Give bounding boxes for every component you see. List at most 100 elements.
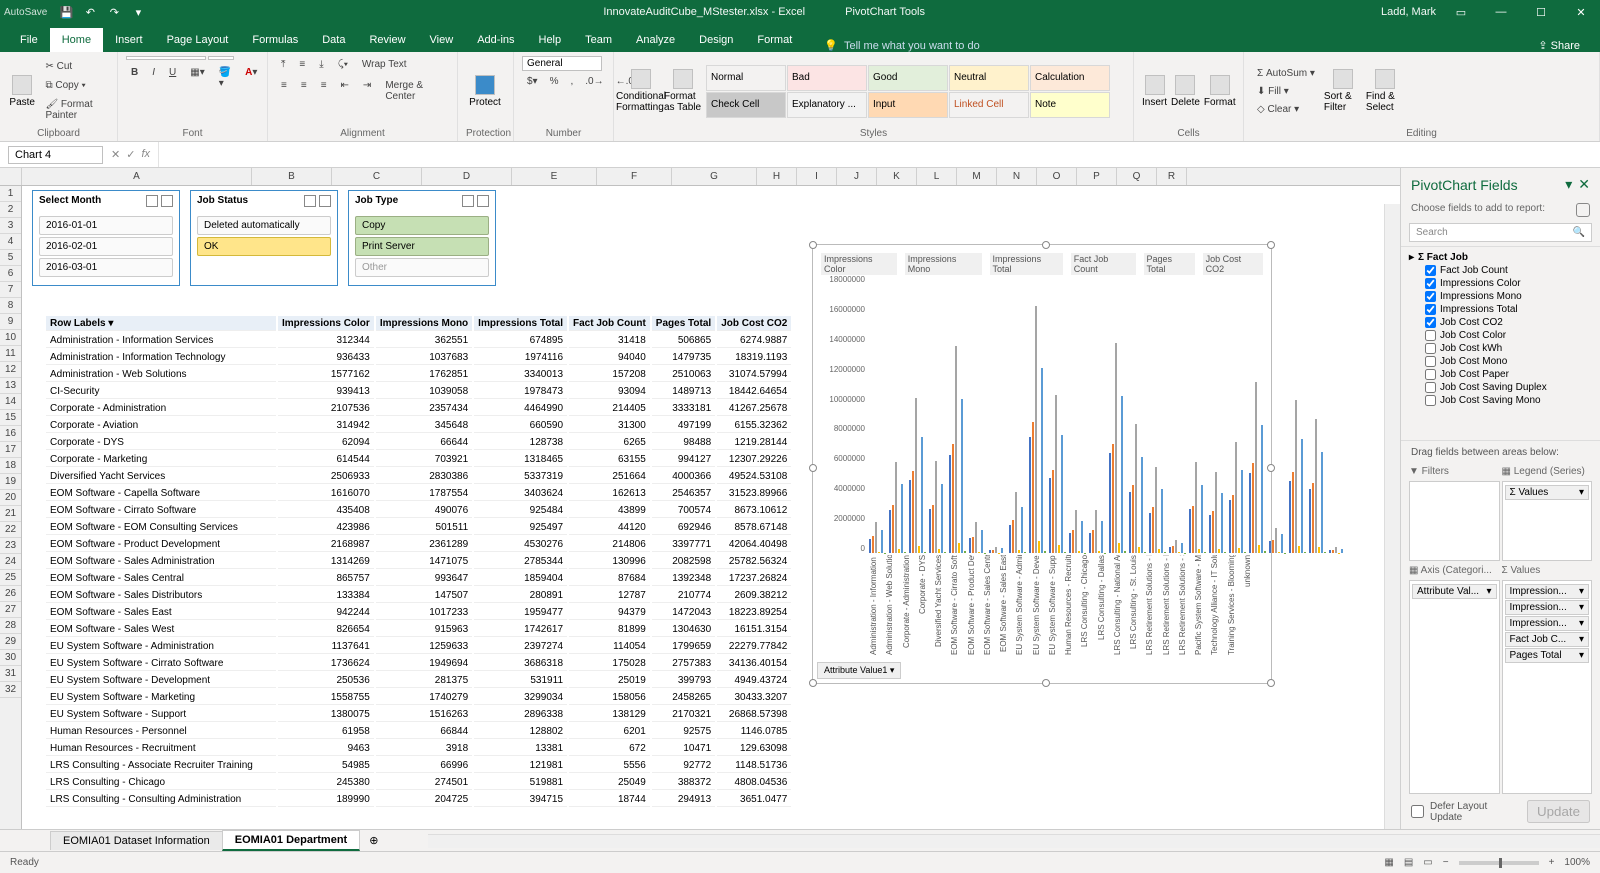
align-middle-button[interactable]: ≡ [294, 56, 310, 73]
copy-button[interactable]: ⧉ Copy ▾ [40, 77, 109, 94]
increase-decimal-button[interactable]: .0→ [580, 73, 608, 90]
format-as-table-button[interactable]: Format as Table [664, 59, 702, 123]
row-header[interactable]: 22 [0, 522, 21, 538]
conditional-formatting-button[interactable]: Conditional Formatting [622, 59, 660, 123]
column-header[interactable]: G [672, 168, 757, 185]
fill-button[interactable]: ⬇ Fill ▾ [1252, 83, 1320, 100]
clear-filter-icon[interactable] [477, 195, 489, 207]
zoom-out-button[interactable]: − [1443, 857, 1449, 868]
align-center-button[interactable]: ≡ [296, 77, 312, 105]
format-painter-button[interactable]: 🖌 Format Painter [40, 96, 109, 124]
row-header[interactable]: 19 [0, 474, 21, 490]
style-neutral[interactable]: Neutral [949, 65, 1029, 91]
resize-handle[interactable] [1042, 679, 1050, 687]
column-header[interactable]: Q [1117, 168, 1157, 185]
multiselect-icon[interactable] [146, 195, 158, 207]
protect-button[interactable]: Protect [466, 59, 504, 123]
filters-area[interactable] [1409, 481, 1500, 561]
share-button[interactable]: ⇪ Share [1538, 39, 1600, 52]
autosave-toggle[interactable]: AutoSave [4, 7, 47, 18]
page-layout-view-icon[interactable]: ▤ [1404, 857, 1413, 868]
chart-field-buttons[interactable]: Impressions ColorImpressions MonoImpress… [821, 253, 1263, 275]
row-header[interactable]: 29 [0, 634, 21, 650]
row-header[interactable]: 11 [0, 346, 21, 362]
tab-home[interactable]: Home [50, 28, 103, 52]
italic-button[interactable]: I [147, 64, 160, 92]
name-box[interactable]: Chart 4 [8, 146, 103, 164]
find-select-button[interactable]: Find & Select [1366, 59, 1404, 123]
underline-button[interactable]: U [164, 64, 181, 92]
column-header[interactable]: O [1037, 168, 1077, 185]
zoom-slider[interactable] [1459, 861, 1539, 865]
row-header[interactable]: 30 [0, 650, 21, 666]
normal-view-icon[interactable]: ▦ [1384, 857, 1393, 868]
vertical-scrollbar[interactable] [1384, 204, 1400, 829]
pane-options-icon[interactable]: ▾ [1565, 176, 1572, 193]
pivot-field[interactable]: Job Cost Saving Mono [1409, 394, 1592, 407]
multiselect-icon[interactable] [462, 195, 474, 207]
slicer-item[interactable]: 2016-01-01 [39, 216, 173, 235]
column-header[interactable]: P [1077, 168, 1117, 185]
font-selector[interactable] [126, 56, 206, 60]
font-size-selector[interactable] [208, 56, 234, 60]
column-header[interactable]: E [512, 168, 597, 185]
indent-increase-button[interactable]: ⇥ [358, 77, 376, 105]
orientation-button[interactable]: ⤹▾ [333, 56, 353, 73]
pivot-field[interactable]: Job Cost Mono [1409, 355, 1592, 368]
column-header[interactable]: R [1157, 168, 1187, 185]
row-header[interactable]: 8 [0, 298, 21, 314]
row-header[interactable]: 31 [0, 666, 21, 682]
column-header[interactable]: K [877, 168, 917, 185]
delete-cells-button[interactable]: Delete [1171, 59, 1200, 123]
maximize-icon[interactable]: ☐ [1526, 0, 1556, 24]
pivot-field[interactable]: Job Cost CO2 [1409, 316, 1592, 329]
values-area[interactable]: Impression...▾Impression...▾Impression..… [1502, 580, 1593, 794]
clear-filter-icon[interactable] [161, 195, 173, 207]
tab-data[interactable]: Data [310, 28, 357, 52]
slicer-select-month[interactable]: Select Month 2016-01-01 2016-02-01 2016-… [32, 190, 180, 286]
pivot-field[interactable]: Job Cost Saving Duplex [1409, 381, 1592, 394]
row-header[interactable]: 4 [0, 234, 21, 250]
percent-button[interactable]: % [545, 73, 564, 90]
row-header[interactable]: 26 [0, 586, 21, 602]
comma-button[interactable]: , [566, 73, 579, 90]
tab-insert[interactable]: Insert [103, 28, 155, 52]
sheet-tab[interactable]: EOMIA01 Department [222, 830, 360, 851]
tab-file[interactable]: File [8, 28, 50, 52]
row-header[interactable]: 13 [0, 378, 21, 394]
chart-axis-field-button[interactable]: Attribute Value1 ▾ [817, 662, 901, 679]
slicer-item[interactable]: Print Server [355, 237, 489, 256]
tab-format[interactable]: Format [745, 28, 804, 52]
style-good[interactable]: Good [868, 65, 948, 91]
style-calculation[interactable]: Calculation [1030, 65, 1110, 91]
resize-handle[interactable] [1267, 241, 1275, 249]
row-header[interactable]: 25 [0, 570, 21, 586]
pivot-field[interactable]: Job Cost Color [1409, 329, 1592, 342]
align-right-button[interactable]: ≡ [316, 77, 332, 105]
row-header[interactable]: 15 [0, 410, 21, 426]
multiselect-icon[interactable] [304, 195, 316, 207]
pivot-field[interactable]: Impressions Mono [1409, 290, 1592, 303]
row-header[interactable]: 28 [0, 618, 21, 634]
slicer-item[interactable]: 2016-03-01 [39, 258, 173, 277]
tab-analyze[interactable]: Analyze [624, 28, 687, 52]
style-explanatory[interactable]: Explanatory ... [787, 92, 867, 118]
pivot-field[interactable]: Fact Job Count [1409, 264, 1592, 277]
sheet-tab[interactable]: EOMIA01 Dataset Information [50, 831, 223, 850]
column-header[interactable]: C [332, 168, 422, 185]
worksheet-grid[interactable]: ABCDEFGHIJKLMNOPQR 123456789101112131415… [0, 168, 1400, 829]
cancel-formula-icon[interactable]: ✕ [111, 148, 120, 161]
style-bad[interactable]: Bad [787, 65, 867, 91]
font-color-button[interactable]: A▾ [240, 64, 262, 92]
pivot-table-node[interactable]: ▸ Σ Fact Job [1409, 251, 1592, 264]
select-all-triangle[interactable] [0, 168, 22, 185]
pivot-field[interactable]: Job Cost kWh [1409, 342, 1592, 355]
tab-page-layout[interactable]: Page Layout [155, 28, 241, 52]
column-header[interactable]: N [997, 168, 1037, 185]
slicer-item[interactable]: Deleted automatically [197, 216, 331, 235]
row-header[interactable]: 18 [0, 458, 21, 474]
row-header[interactable]: 16 [0, 426, 21, 442]
number-format-selector[interactable]: General [522, 56, 602, 71]
row-header[interactable]: 20 [0, 490, 21, 506]
column-header[interactable]: J [837, 168, 877, 185]
